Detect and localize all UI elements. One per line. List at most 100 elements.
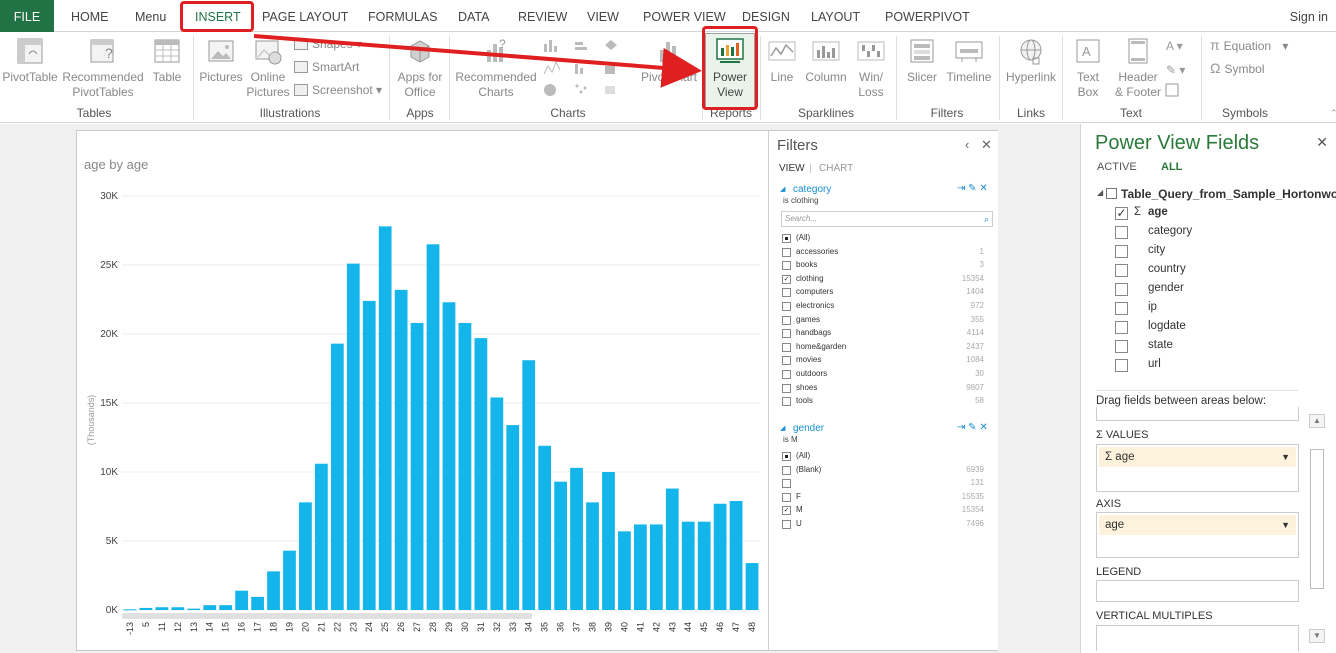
category-filter-item[interactable]: shoes 9807 bbox=[782, 383, 984, 395]
chart-title[interactable]: age by age bbox=[84, 157, 148, 172]
category-expand-icon[interactable]: ◢ bbox=[780, 185, 785, 193]
checkbox[interactable] bbox=[782, 520, 791, 529]
bar-14[interactable] bbox=[203, 605, 217, 610]
bar-21[interactable] bbox=[314, 463, 328, 610]
bar-41[interactable] bbox=[633, 524, 647, 610]
bar-20[interactable] bbox=[299, 502, 312, 610]
close-fields-icon[interactable]: ✕ bbox=[1316, 134, 1328, 151]
category-filter-item[interactable]: outdoors 30 bbox=[782, 369, 984, 381]
checkbox[interactable] bbox=[782, 465, 791, 475]
bar-45[interactable] bbox=[697, 521, 711, 610]
gender-filter-item[interactable]: ✓ M 15354 bbox=[782, 505, 984, 517]
bar-16[interactable] bbox=[235, 590, 249, 610]
checkbox[interactable] bbox=[782, 234, 791, 243]
bar-44[interactable] bbox=[681, 521, 695, 610]
field-checkbox[interactable] bbox=[1115, 321, 1128, 334]
field-checkbox[interactable] bbox=[1115, 264, 1128, 277]
bar-35[interactable] bbox=[538, 445, 552, 610]
scroll-up-icon[interactable]: ▲ bbox=[1309, 414, 1325, 428]
category-filter-item[interactable]: home&garden 2437 bbox=[782, 342, 984, 354]
checkbox[interactable]: ✓ bbox=[782, 506, 791, 516]
checkbox[interactable] bbox=[782, 288, 791, 298]
table-expand-icon[interactable]: ◢ bbox=[1097, 188, 1103, 197]
bar-38[interactable] bbox=[586, 502, 599, 610]
gender-filter-item[interactable]: (Blank) 6939 bbox=[782, 465, 984, 477]
checkbox[interactable] bbox=[782, 302, 791, 311]
field-checkbox[interactable] bbox=[1115, 340, 1128, 353]
field-checkbox[interactable] bbox=[1115, 283, 1128, 296]
vertical-multiples-drop-area[interactable] bbox=[1096, 625, 1299, 651]
bar-24[interactable] bbox=[362, 300, 376, 610]
category-filter-item[interactable]: games 355 bbox=[782, 315, 984, 327]
fields-tab-all[interactable]: ALL bbox=[1161, 161, 1182, 173]
bar-37[interactable] bbox=[570, 467, 583, 610]
checkbox[interactable] bbox=[782, 261, 791, 271]
gender-expand-icon[interactable]: ◢ bbox=[780, 424, 785, 432]
bar-26[interactable] bbox=[394, 289, 408, 610]
field-checkbox[interactable] bbox=[1115, 226, 1128, 239]
bar-46[interactable] bbox=[713, 503, 727, 610]
dropdown-caret-icon[interactable]: ▼ bbox=[1281, 447, 1290, 467]
checkbox[interactable] bbox=[782, 329, 791, 339]
filters-drop-area[interactable] bbox=[1096, 407, 1299, 421]
checkbox[interactable] bbox=[782, 342, 791, 352]
bar-5[interactable] bbox=[139, 607, 153, 610]
checkbox[interactable] bbox=[782, 370, 791, 379]
fields-scrollbar[interactable]: ▲ ▼ bbox=[1309, 414, 1327, 649]
category-filter-item[interactable]: ✓ clothing 15354 bbox=[782, 274, 984, 286]
bar-48[interactable] bbox=[745, 563, 759, 610]
bar-31[interactable] bbox=[474, 338, 488, 610]
category-search-input[interactable]: Search... ⌕ bbox=[781, 211, 993, 227]
bar-29[interactable] bbox=[442, 302, 456, 610]
category-filter-item[interactable]: movies 1084 bbox=[782, 355, 984, 367]
field-checkbox[interactable] bbox=[1115, 245, 1128, 258]
axis-field-pill[interactable]: age ▼ bbox=[1099, 515, 1296, 535]
bar-36[interactable] bbox=[554, 481, 568, 610]
category-filter-item[interactable]: (All) bbox=[782, 233, 984, 245]
bar-34[interactable] bbox=[522, 360, 536, 610]
gender-filter-item[interactable]: (All) bbox=[782, 451, 984, 463]
axis-drop-area[interactable]: age ▼ bbox=[1096, 512, 1299, 558]
checkbox[interactable] bbox=[782, 383, 791, 393]
bar-43[interactable] bbox=[665, 488, 679, 610]
category-filter-title[interactable]: category bbox=[793, 184, 831, 195]
search-icon[interactable]: ⌕ bbox=[984, 212, 989, 226]
bar-27[interactable] bbox=[410, 322, 424, 610]
filters-tab-chart[interactable]: CHART bbox=[819, 163, 853, 174]
bar-30[interactable] bbox=[458, 322, 472, 610]
bar-33[interactable] bbox=[506, 425, 520, 610]
chart-horizontal-scrollbar[interactable] bbox=[122, 613, 532, 619]
column-chart[interactable]: 0K 5K 10K 15K 20K 25K 30K -13 5 11 12 13 14 15 16 17 18… bbox=[76, 180, 766, 650]
close-filters-icon[interactable]: ✕ bbox=[981, 137, 992, 153]
filters-tab-view[interactable]: VIEW bbox=[779, 163, 805, 174]
gender-filter-item[interactable]: U 7496 bbox=[782, 519, 984, 531]
bar-13[interactable] bbox=[187, 608, 201, 610]
dropdown-caret-icon[interactable]: ▼ bbox=[1281, 515, 1290, 535]
bar-17[interactable] bbox=[251, 596, 264, 610]
category-filter-item[interactable]: books 3 bbox=[782, 260, 984, 272]
checkbox[interactable] bbox=[782, 315, 791, 325]
field-checkbox[interactable]: ✓ bbox=[1115, 207, 1128, 220]
bar-39[interactable] bbox=[602, 472, 615, 610]
bar-18[interactable] bbox=[267, 571, 280, 610]
bar-32[interactable] bbox=[490, 397, 504, 610]
bar-11[interactable] bbox=[155, 607, 169, 610]
category-filter-item[interactable]: accessories 1 bbox=[782, 247, 984, 259]
scrollbar-thumb[interactable] bbox=[1310, 449, 1324, 589]
legend-drop-area[interactable] bbox=[1096, 580, 1299, 602]
bar-42[interactable] bbox=[649, 524, 663, 610]
checkbox[interactable] bbox=[782, 452, 791, 461]
category-filter-item[interactable]: handbags 4114 bbox=[782, 328, 984, 340]
bar-22[interactable] bbox=[330, 343, 344, 610]
values-field-pill[interactable]: Σ age ▼ bbox=[1099, 447, 1296, 467]
field-checkbox[interactable] bbox=[1115, 359, 1128, 372]
bar-19[interactable] bbox=[283, 550, 296, 610]
category-filter-item[interactable]: tools 58 bbox=[782, 396, 984, 408]
bar-40[interactable] bbox=[618, 531, 631, 610]
gender-filter-item[interactable]: F 15535 bbox=[782, 492, 984, 504]
category-filter-tools-icon[interactable]: ⇥ ✎ ✕ bbox=[957, 183, 988, 194]
bar-12[interactable] bbox=[171, 607, 185, 610]
category-filter-item[interactable]: computers 1404 bbox=[782, 287, 984, 299]
scroll-down-icon[interactable]: ▼ bbox=[1309, 629, 1325, 643]
gender-filter-title[interactable]: gender bbox=[793, 423, 824, 434]
